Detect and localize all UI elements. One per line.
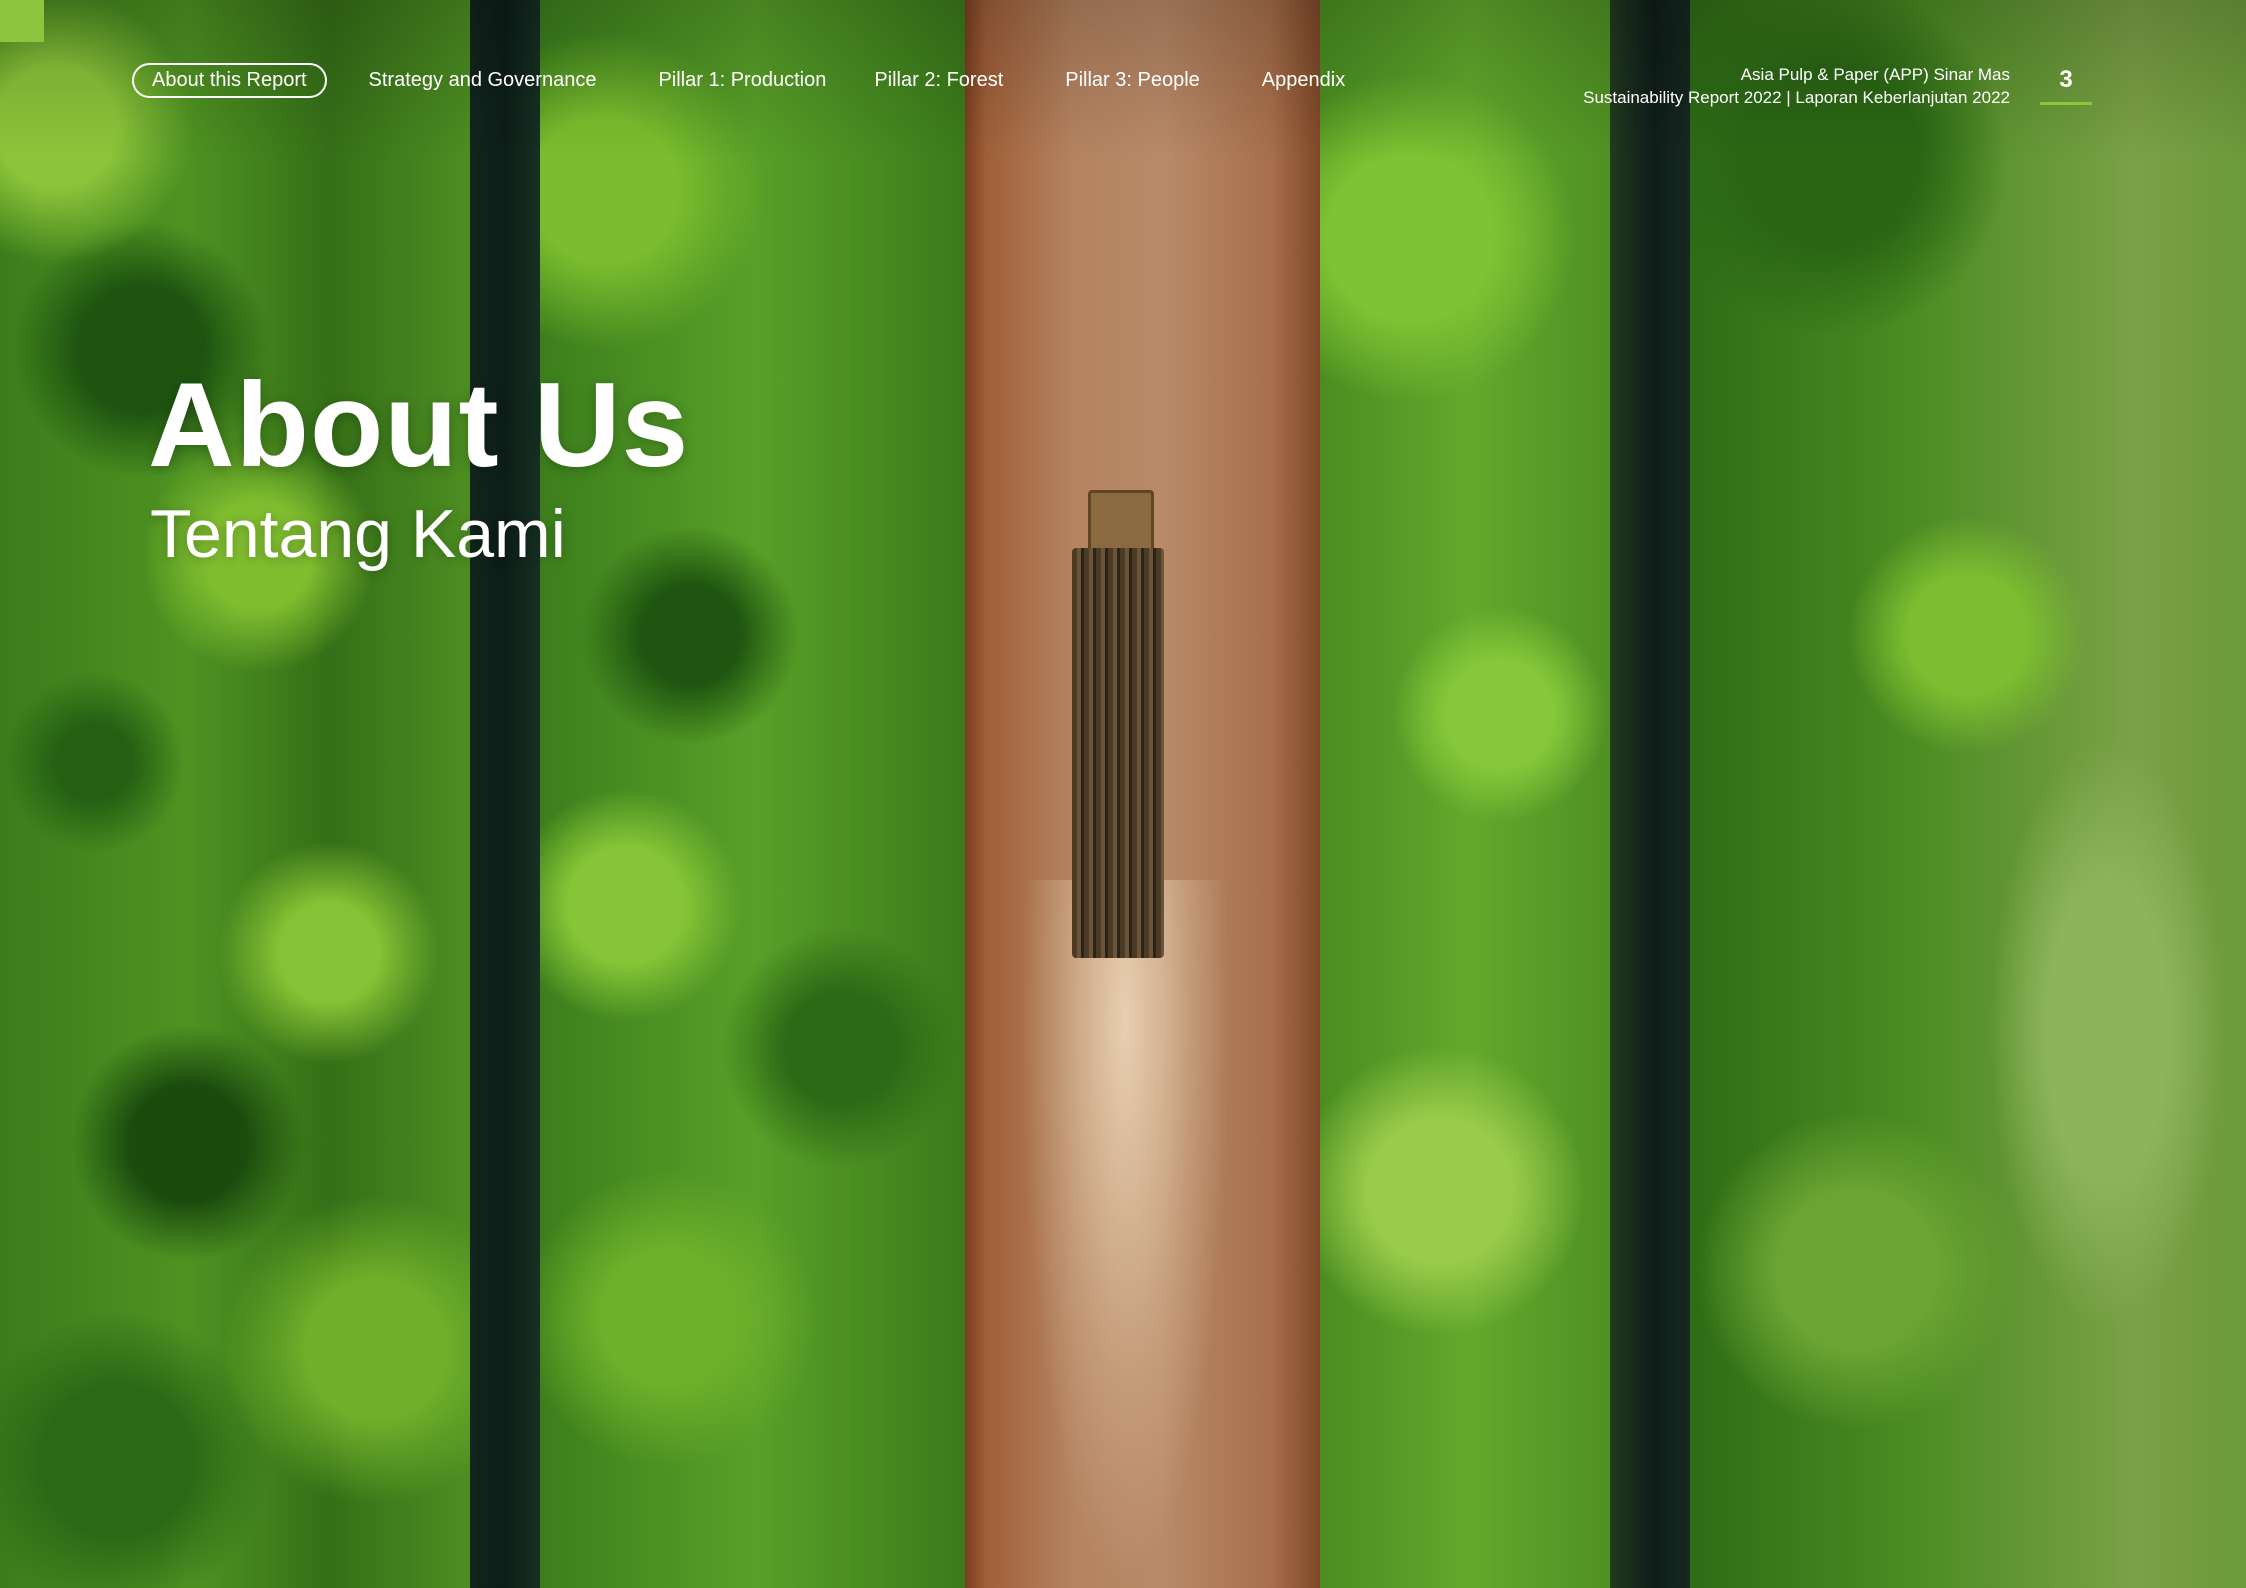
nav-pillar-2-forest[interactable]: Pillar 2: Forest (854, 63, 1023, 98)
report-name: Sustainability Report 2022 | Laporan Keb… (1583, 88, 2010, 107)
corner-accent-tab (0, 0, 44, 42)
nav-appendix[interactable]: Appendix (1242, 63, 1365, 98)
nav-strategy-and-governance[interactable]: Strategy and Governance (349, 63, 617, 98)
nav-about-this-report[interactable]: About this Report (132, 62, 327, 98)
page-subtitle: Tentang Kami (150, 496, 566, 572)
report-identifier: Asia Pulp & Paper (APP) Sinar Mas Sustai… (1583, 63, 2010, 109)
page-title: About Us (148, 358, 690, 492)
nav-pillar-1-production[interactable]: Pillar 1: Production (638, 63, 846, 98)
top-shade-overlay (0, 0, 2246, 1588)
page-number: 3 (2040, 66, 2092, 105)
aerial-forest-road-photo (0, 0, 2246, 1588)
nav-pillar-3-people[interactable]: Pillar 3: People (1045, 63, 1220, 98)
top-navigation: About this Report Strategy and Governanc… (132, 62, 1365, 98)
company-name: Asia Pulp & Paper (APP) Sinar Mas (1740, 65, 2010, 84)
